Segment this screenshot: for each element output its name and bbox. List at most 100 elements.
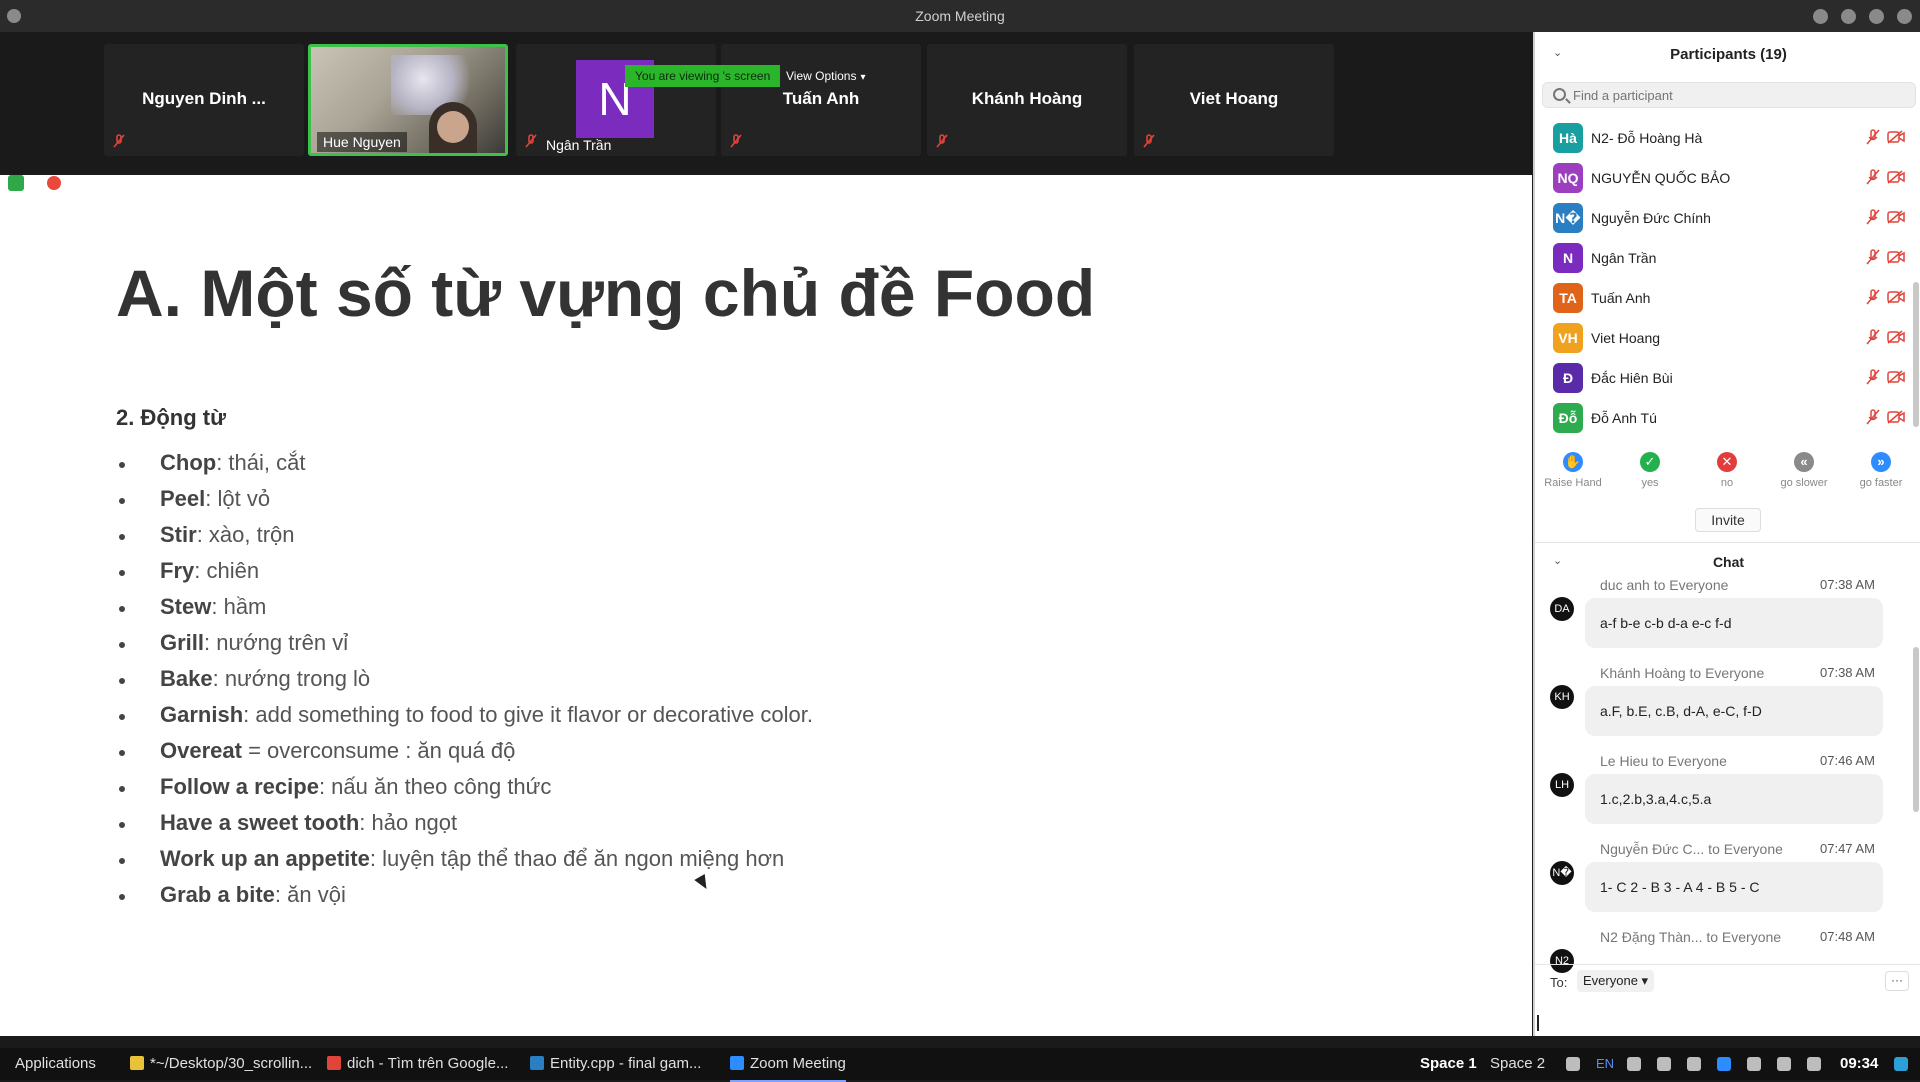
video-off-icon[interactable] — [1887, 170, 1905, 184]
participants-scrollbar[interactable] — [1913, 282, 1919, 427]
notification-bell-icon[interactable] — [1807, 1057, 1821, 1071]
participant-row[interactable]: VH Viet Hoang — [1535, 316, 1911, 356]
muted-mic-icon[interactable] — [1865, 369, 1881, 385]
invite-button[interactable]: Invite — [1695, 508, 1761, 532]
bluetooth-icon[interactable] — [1747, 1057, 1761, 1071]
video-tile[interactable]: N Ngân Trần — [516, 44, 716, 156]
search-input[interactable] — [1573, 83, 1903, 107]
language-indicator[interactable]: EN — [1596, 1048, 1614, 1080]
reaction-raise-hand-button[interactable]: ✋ Raise Hand — [1535, 452, 1611, 489]
applications-menu[interactable]: Applications — [15, 1048, 96, 1080]
video-tile[interactable]: Khánh Hoàng — [927, 44, 1127, 156]
participant-list: Hà N2- Đỗ Hoàng Hà NQ NGUYỄN QUỐC BẢO N� Nguy… — [1535, 116, 1911, 436]
reaction-no-button[interactable]: ✕ no — [1689, 452, 1765, 489]
chat-message-list: DA duc anh to Everyone 07:38 AM a-f b-e c-b… — [1535, 577, 1911, 993]
muted-mic-icon — [933, 132, 951, 150]
avatar: N� — [1550, 861, 1574, 885]
reaction-go-slower-button[interactable]: « go slower — [1766, 452, 1842, 489]
video-off-icon[interactable] — [1887, 370, 1905, 384]
participant-row[interactable]: Hà N2- Đỗ Hoàng Hà — [1535, 116, 1911, 156]
wifi-icon[interactable] — [1687, 1057, 1701, 1071]
message-time: 07:38 AM — [1820, 577, 1875, 592]
view-options-button[interactable]: View Options ▾ — [786, 65, 866, 87]
participant-search[interactable] — [1542, 82, 1916, 108]
show-desktop-icon[interactable] — [1894, 1057, 1908, 1071]
muted-mic-icon[interactable] — [1865, 409, 1881, 425]
main-area: Nguyen Dinh ... Hue Nguyen N Ngân Trần T… — [0, 32, 1532, 1036]
tray-app-icon[interactable] — [1627, 1057, 1641, 1071]
reaction-label: Raise Hand — [1544, 477, 1602, 489]
muted-mic-icon[interactable] — [1865, 329, 1881, 345]
maximize-icon[interactable] — [1869, 9, 1884, 24]
taskbar-window-item[interactable]: dich - Tìm trên Google... — [327, 1048, 508, 1080]
video-off-icon[interactable] — [1887, 410, 1905, 424]
vocab-definition: = overconsume : ăn quá độ — [241, 738, 516, 763]
chat-input-caret[interactable] — [1537, 1015, 1539, 1031]
volume-icon[interactable] — [1566, 1057, 1580, 1071]
message-sender: duc anh to Everyone — [1600, 577, 1729, 593]
video-off-icon[interactable] — [1887, 330, 1905, 344]
chat-message: DA duc anh to Everyone 07:38 AM a-f b-e c-b… — [1535, 577, 1911, 665]
video-off-icon[interactable] — [1887, 290, 1905, 304]
reaction-go-faster-button[interactable]: » go faster — [1843, 452, 1919, 489]
slide-subtitle: 2. Động từ — [116, 405, 227, 430]
avatar: N — [1553, 243, 1583, 273]
battery-icon[interactable] — [1777, 1057, 1791, 1071]
search-icon — [1553, 88, 1566, 101]
vocab-definition: : nấu ăn theo công thức — [318, 774, 552, 799]
reaction-label: no — [1720, 477, 1734, 489]
participant-name: Tuấn Anh — [1591, 290, 1651, 306]
muted-mic-icon[interactable] — [1865, 209, 1881, 225]
video-tile[interactable]: Tuấn Anh — [721, 44, 921, 156]
video-face — [437, 111, 469, 143]
vocab-definition: : nướng trong lò — [212, 666, 371, 691]
list-item: Grill: nướng trên vỉ — [116, 625, 813, 661]
muted-mic-icon[interactable] — [1865, 169, 1881, 185]
message-sender: Le Hieu to Everyone — [1600, 753, 1727, 769]
video-tile-active[interactable]: Hue Nguyen — [308, 44, 508, 156]
participant-row[interactable]: NQ NGUYỄN QUỐC BẢO — [1535, 156, 1911, 196]
reaction-label: yes — [1641, 477, 1659, 489]
taskbar-window-item[interactable]: *~/Desktop/30_scrollin... — [130, 1048, 312, 1080]
workspace-1[interactable]: Space 1 — [1420, 1048, 1477, 1080]
workspace-2[interactable]: Space 2 — [1490, 1048, 1545, 1080]
minimize-icon[interactable] — [1841, 9, 1856, 24]
message-sender: Khánh Hoàng to Everyone — [1600, 665, 1765, 681]
participant-row[interactable]: Đ Đắc Hiên Bùi — [1535, 356, 1911, 396]
window-title: Zoom Meeting — [915, 8, 1005, 24]
video-tile[interactable]: Viet Hoang — [1134, 44, 1334, 156]
muted-mic-icon[interactable] — [1865, 289, 1881, 305]
close-icon[interactable] — [1897, 9, 1912, 24]
muted-mic-icon[interactable] — [1865, 249, 1881, 265]
attachment-icon[interactable] — [1657, 1057, 1671, 1071]
vocab-term: Stir — [160, 522, 197, 547]
list-item: Garnish: add something to food to give i… — [116, 697, 813, 733]
reaction-yes-button[interactable]: ✓ yes — [1612, 452, 1688, 489]
video-off-icon[interactable] — [1887, 210, 1905, 224]
window-help-icon[interactable] — [1813, 9, 1828, 24]
zoom-tray-icon[interactable] — [1717, 1057, 1731, 1071]
more-options-button[interactable]: ··· — [1885, 971, 1909, 991]
avatar: DA — [1550, 597, 1574, 621]
participant-row[interactable]: TA Tuấn Anh — [1535, 276, 1911, 316]
video-off-icon[interactable] — [1887, 130, 1905, 144]
participant-row[interactable]: N Ngân Trần — [1535, 236, 1911, 276]
taskbar-window-item[interactable]: Entity.cpp - final gam... — [530, 1048, 701, 1080]
security-shield-icon[interactable] — [8, 175, 24, 191]
participant-name: Nguyễn Đức Chính — [1591, 210, 1711, 226]
video-off-icon[interactable] — [1887, 250, 1905, 264]
recipient-select[interactable]: Everyone ▾ — [1577, 970, 1655, 992]
tile-name: Khánh Hoàng — [971, 89, 1083, 108]
list-item: Chop: thái, cắt — [116, 445, 813, 481]
zoom-icon — [730, 1056, 744, 1070]
vocab-term: Overeat — [160, 738, 242, 763]
video-tile[interactable]: Nguyen Dinh ... — [104, 44, 304, 156]
view-options-label: View Options — [786, 69, 857, 83]
message-bubble: 1- C 2 - B 3 - A 4 - B 5 - C — [1585, 862, 1883, 912]
taskbar-window-item[interactable]: Zoom Meeting — [730, 1048, 846, 1082]
participant-row[interactable]: Đỗ Đỗ Anh Tú — [1535, 396, 1911, 436]
muted-mic-icon[interactable] — [1865, 129, 1881, 145]
participant-row[interactable]: N� Nguyễn Đức Chính — [1535, 196, 1911, 236]
chat-scrollbar[interactable] — [1913, 647, 1919, 812]
list-item: Stew: hầm — [116, 589, 813, 625]
